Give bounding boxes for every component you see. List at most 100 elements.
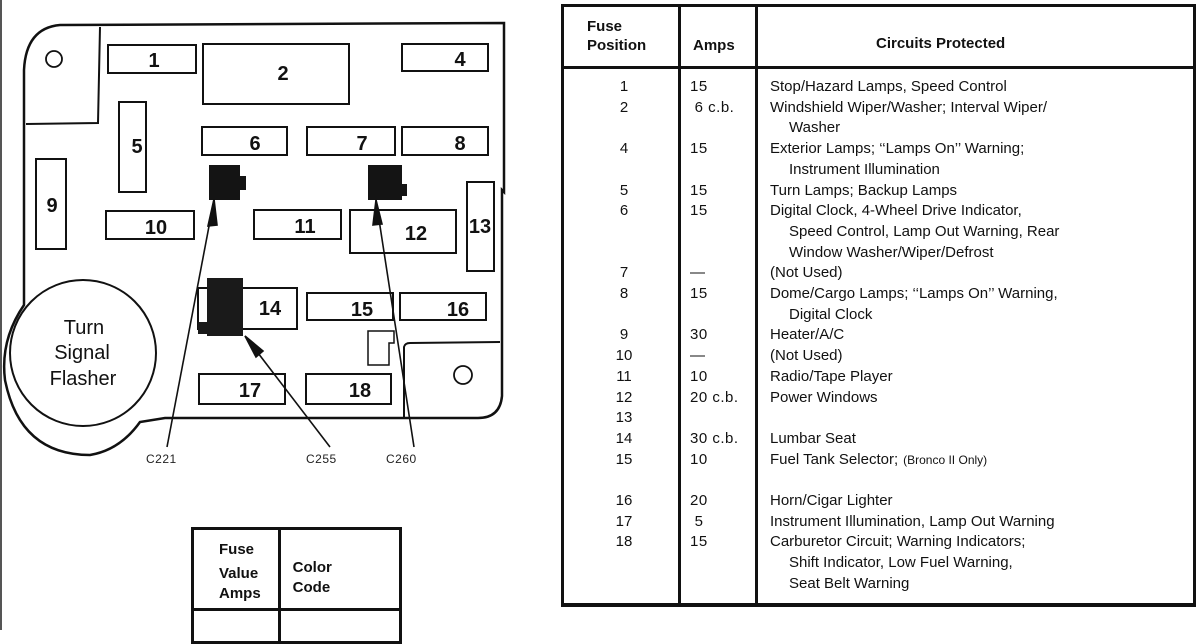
header-line: Fuse [587,18,623,35]
header-line: Position [587,37,647,54]
connector-label-c221: C221 [146,452,177,466]
fuse-slot-label: 10 [145,217,167,239]
circuit-line: Instrument Illumination, Lamp Out Warnin… [770,512,1190,533]
cell-fuse-position: 2 [619,98,629,116]
fuse-slot-13: 13 [466,181,495,272]
circuit-line: Lumbar Seat [770,429,1190,450]
cell-fuse-position: 1 [619,78,629,95]
fuse-slot-label: 14 [259,298,282,320]
cell-amps: 10 [690,367,708,385]
circuit-line: Washer [770,118,1190,139]
cell-amps: 5 [690,512,704,530]
connector-label-c255: C255 [306,452,337,466]
circuit-text: Power Windows [770,388,878,406]
cell-fuse-position: 13 [615,409,633,427]
circuit-line: Radio/Tape Player [770,367,1190,388]
cell-amps: 15 [690,181,708,199]
fuse-slot-label: 18 [349,380,371,402]
circuit-text: Fuel Tank Selector; [770,450,899,468]
column-divider [678,7,681,603]
fuse-slot-outline [399,292,487,321]
fuse-slot-label: 13 [469,216,491,238]
header-circuits-protected: Circuits Protected [876,35,1006,52]
fuse-slot-label: 17 [239,380,261,402]
circuit-note: (Bronco II Only) [903,452,988,467]
fuse-slot-9: 9 [35,158,67,250]
circuit-line: Fuel Tank Selector; (Bronco II Only) [770,450,1190,471]
cell-circuits-protected: Digital Clock, 4-Wheel Drive Indicator, S… [770,201,1190,263]
circuit-line: Horn/Cigar Lighter [770,491,1190,512]
circuit-text: (Not Used) [770,347,843,365]
cell-circuits-protected: Instrument Illumination, Lamp Out Warnin… [770,512,1190,533]
cell-amps: 15 [690,78,708,95]
fuse-slot-outline [349,209,457,254]
fuse-slot-label: 9 [46,195,57,217]
fuse-slot-18: 18 [305,373,392,405]
circuit-text: Carburetor Circuit; Warning Indicators; [770,533,1026,551]
table-header: Fuse Position Amps Circuits Protected [564,7,1193,69]
circuit-line: Speed Control, Lamp Out Warning, Rear [770,222,1190,243]
mounting-hole-top [45,50,63,68]
cell-circuits-protected: Stop/Hazard Lamps, Speed Control [770,77,1190,98]
fuse-slot-label: 11 [294,216,315,238]
circuit-line: Exterior Lamps; ‘‘Lamps On’’ Warning; [770,139,1190,160]
mounting-hole-bottom [453,365,473,385]
circuit-line: Instrument Illumination [770,160,1190,181]
fuse-slot-17: 17 [198,373,286,405]
fuse-slot-4: 4 [401,43,489,72]
header-color-code: Color Code [277,527,403,611]
cell-fuse-position: 6 [619,202,629,220]
header-line: Amps [219,585,261,602]
fuse-slot-6: 6 [201,126,288,156]
circuit-text: Seat Belt Warning [789,574,910,592]
cell-fuse-position: 7 [619,264,629,282]
cell-amps: 15 [690,533,708,551]
fuse-slot-5: 5 [118,101,147,193]
arrowhead-c221 [206,198,218,227]
cell-amps: 30 [690,326,708,344]
circuit-line: (Not Used) [770,346,1190,367]
cell-amps: 20 [690,492,708,509]
circuit-text: Window Washer/Wiper/Defrost [789,243,994,261]
circuit-text: Instrument Illumination, Lamp Out Warnin… [770,512,1055,530]
fuse-slot-outline [401,126,489,156]
flasher-label-line-3: Flasher [50,368,117,390]
fuse-slot-label: 15 [351,299,373,321]
circuit-line: Stop/Hazard Lamps, Speed Control [770,77,1190,98]
cell-circuits-protected: Turn Lamps; Backup Lamps [770,181,1190,202]
cell-circuits-protected: Horn/Cigar Lighter [770,491,1190,512]
fuse-slot-2: 2 [202,43,350,105]
fuse-slot-16: 16 [399,292,487,321]
flasher-label-line-1: Turn [64,317,104,339]
cell-circuits-protected: Lumbar Seat [770,429,1190,450]
circuit-text: Washer [789,119,841,137]
cell-circuits-protected: Exterior Lamps; ‘‘Lamps On’’ Warning; Ins… [770,139,1190,180]
fuse-slot-label: 6 [249,133,260,155]
circuit-line: Windshield Wiper/Washer; Interval Wiper/ [770,98,1190,119]
circuit-line: Heater/A/C [770,325,1190,346]
fuse-slot-outline [401,43,489,72]
circuit-text: Exterior Lamps; ‘‘Lamps On’’ Warning; [770,140,1025,158]
header-amps: Amps [693,37,735,54]
circuit-text: Lumbar Seat [770,429,856,447]
connector-c221-block [209,165,246,200]
cell-amps: 6 c.b. [690,98,735,116]
circuit-text: Speed Control, Lamp Out Warning, Rear [789,222,1060,240]
cell-fuse-position: 15 [615,450,633,468]
circuit-text: (Not Used) [770,264,843,282]
cell-amps: 30 c.b. [690,429,739,447]
fuse-slot-label: 7 [356,133,367,155]
cell-fuse-position: 16 [615,492,633,509]
cell-amps: 20 c.b. [690,388,739,406]
fuse-slot-7: 7 [306,126,396,156]
circuit-line: (Not Used) [770,263,1190,284]
header-line: Color [292,559,332,576]
circuit-line: Carburetor Circuit; Warning Indicators; [770,532,1190,553]
color-code-table: Fuse Value Amps Color Code [191,527,403,644]
cell-amps: — [690,264,706,282]
cell-circuits-protected: (Not Used) [770,346,1190,367]
cell-circuits-protected: Fuel Tank Selector; (Bronco II Only) [770,450,1190,471]
circuit-line: Power Windows [770,388,1190,409]
flasher-label-line-2: Signal [54,342,110,364]
cell-fuse-position: 10 [615,347,633,365]
